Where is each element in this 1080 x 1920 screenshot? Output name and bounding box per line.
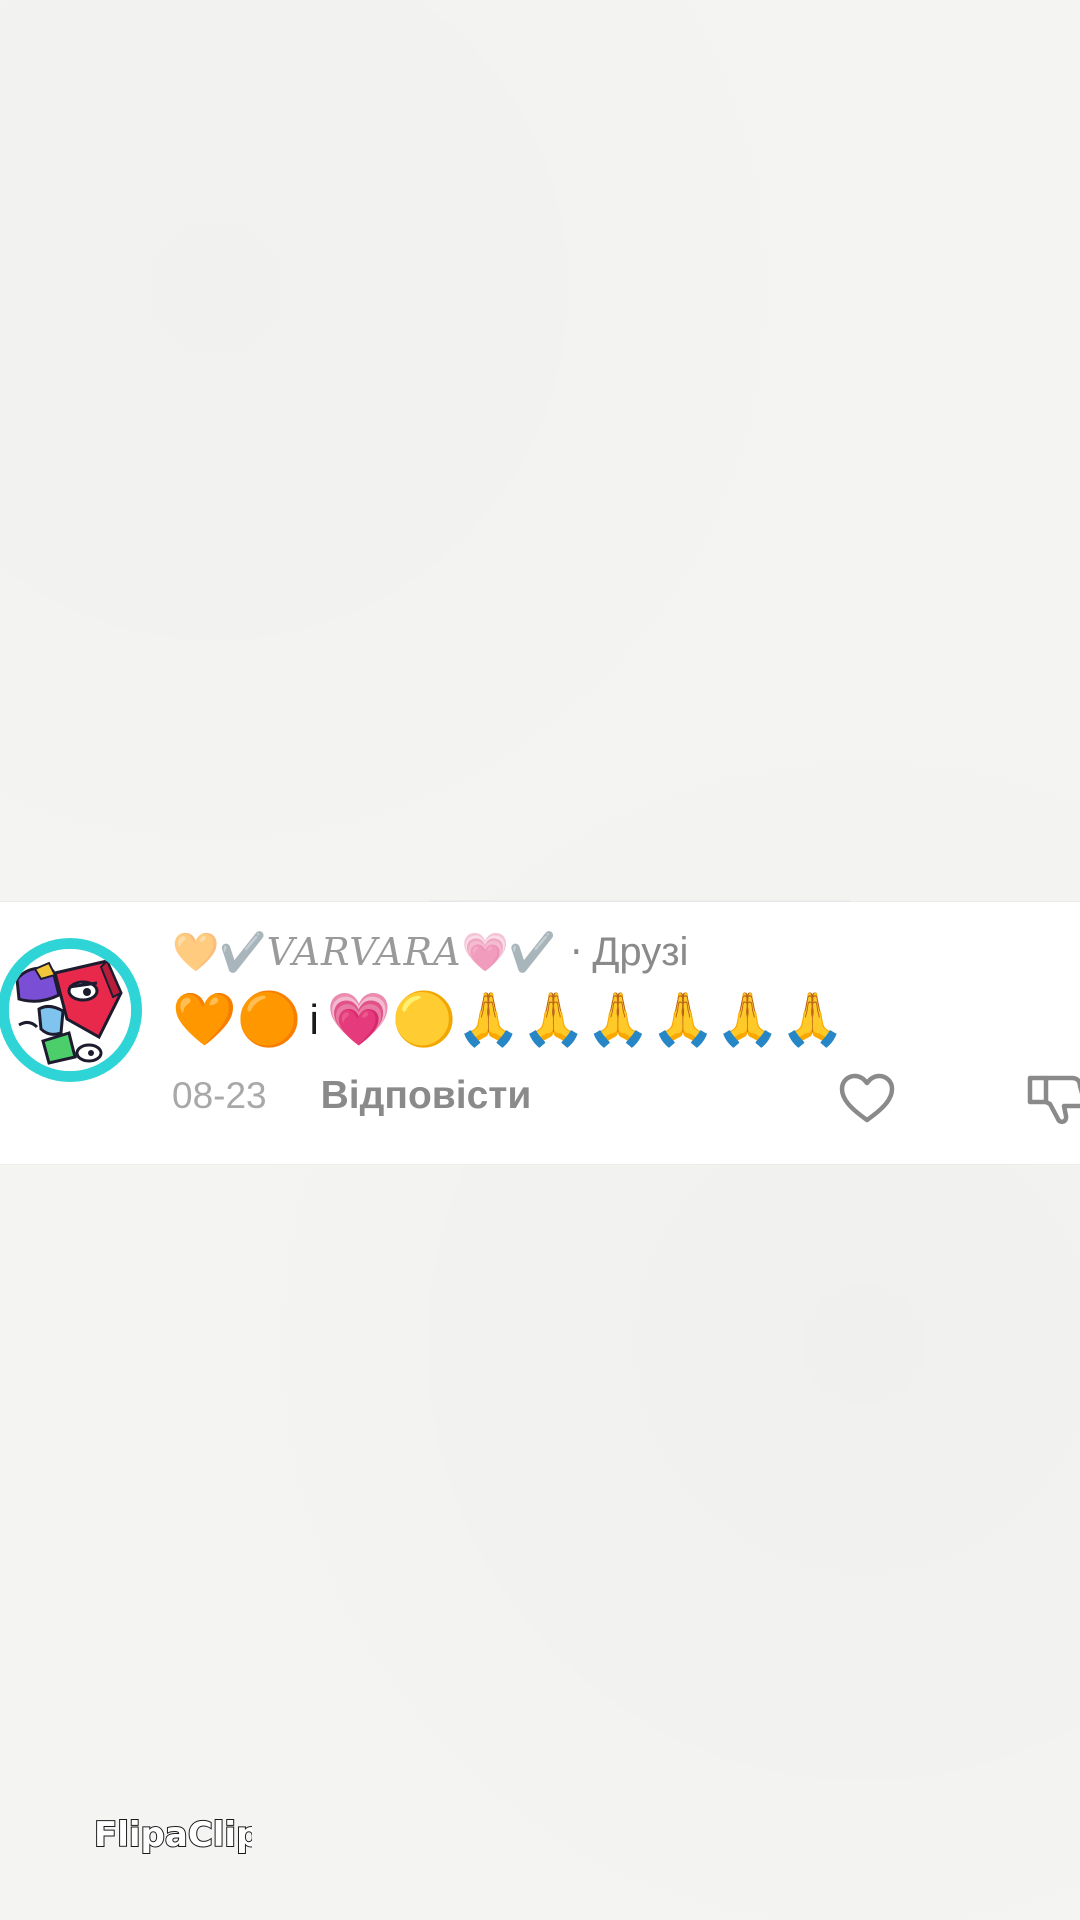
avatar-image <box>9 949 131 1071</box>
folded-hands-emoji: 🙏 <box>650 990 716 1050</box>
orange-heart-emoji: 🧡 <box>172 990 237 1050</box>
folded-hands-emoji: 🙏 <box>715 990 781 1050</box>
folded-hands-emoji: 🙏 <box>456 990 522 1050</box>
comment-text: 🧡 🟠 і 💗 🟡 🙏 🙏 🙏 🙏 🙏 🙏 <box>172 986 845 1054</box>
relationship-label: Друзі <box>592 929 689 974</box>
comment-date: 08-23 <box>172 1075 267 1116</box>
folded-hands-emoji: 🙏 <box>780 990 845 1050</box>
folded-hands-emoji: 🙏 <box>585 990 651 1050</box>
yellow-circle-emoji: 🟡 <box>391 990 457 1050</box>
avatar[interactable] <box>0 938 142 1082</box>
pink-heart-icon: 💗 <box>461 930 509 974</box>
dislike-button[interactable] <box>1024 1070 1080 1128</box>
separator: · <box>570 930 583 974</box>
pink-heart-emoji: 💗 <box>326 990 392 1050</box>
username[interactable]: VARVARA <box>267 930 462 974</box>
heart-outline-icon <box>839 1073 895 1123</box>
folded-hands-emoji: 🙏 <box>521 990 586 1050</box>
comment-word: і <box>309 996 319 1043</box>
watermark-text: FlipaClip <box>94 1815 252 1855</box>
reply-button[interactable]: Відповісти <box>321 1074 532 1118</box>
comment-meta: 08-23 Відповісти <box>172 1070 531 1122</box>
flipaclip-watermark: FlipaClip <box>92 1806 261 1862</box>
orange-heart-icon: 🧡 <box>172 930 220 974</box>
comment-header: 🧡 ✔️ VARVARA 💗 ✔️ · Друзі <box>172 922 688 982</box>
like-button[interactable] <box>838 1070 896 1128</box>
check-mark-icon: ✔️ <box>508 930 557 974</box>
thumbs-down-icon <box>1027 1075 1080 1125</box>
orange-circle-emoji: 🟠 <box>236 990 302 1050</box>
check-mark-icon: ✔️ <box>219 930 267 974</box>
